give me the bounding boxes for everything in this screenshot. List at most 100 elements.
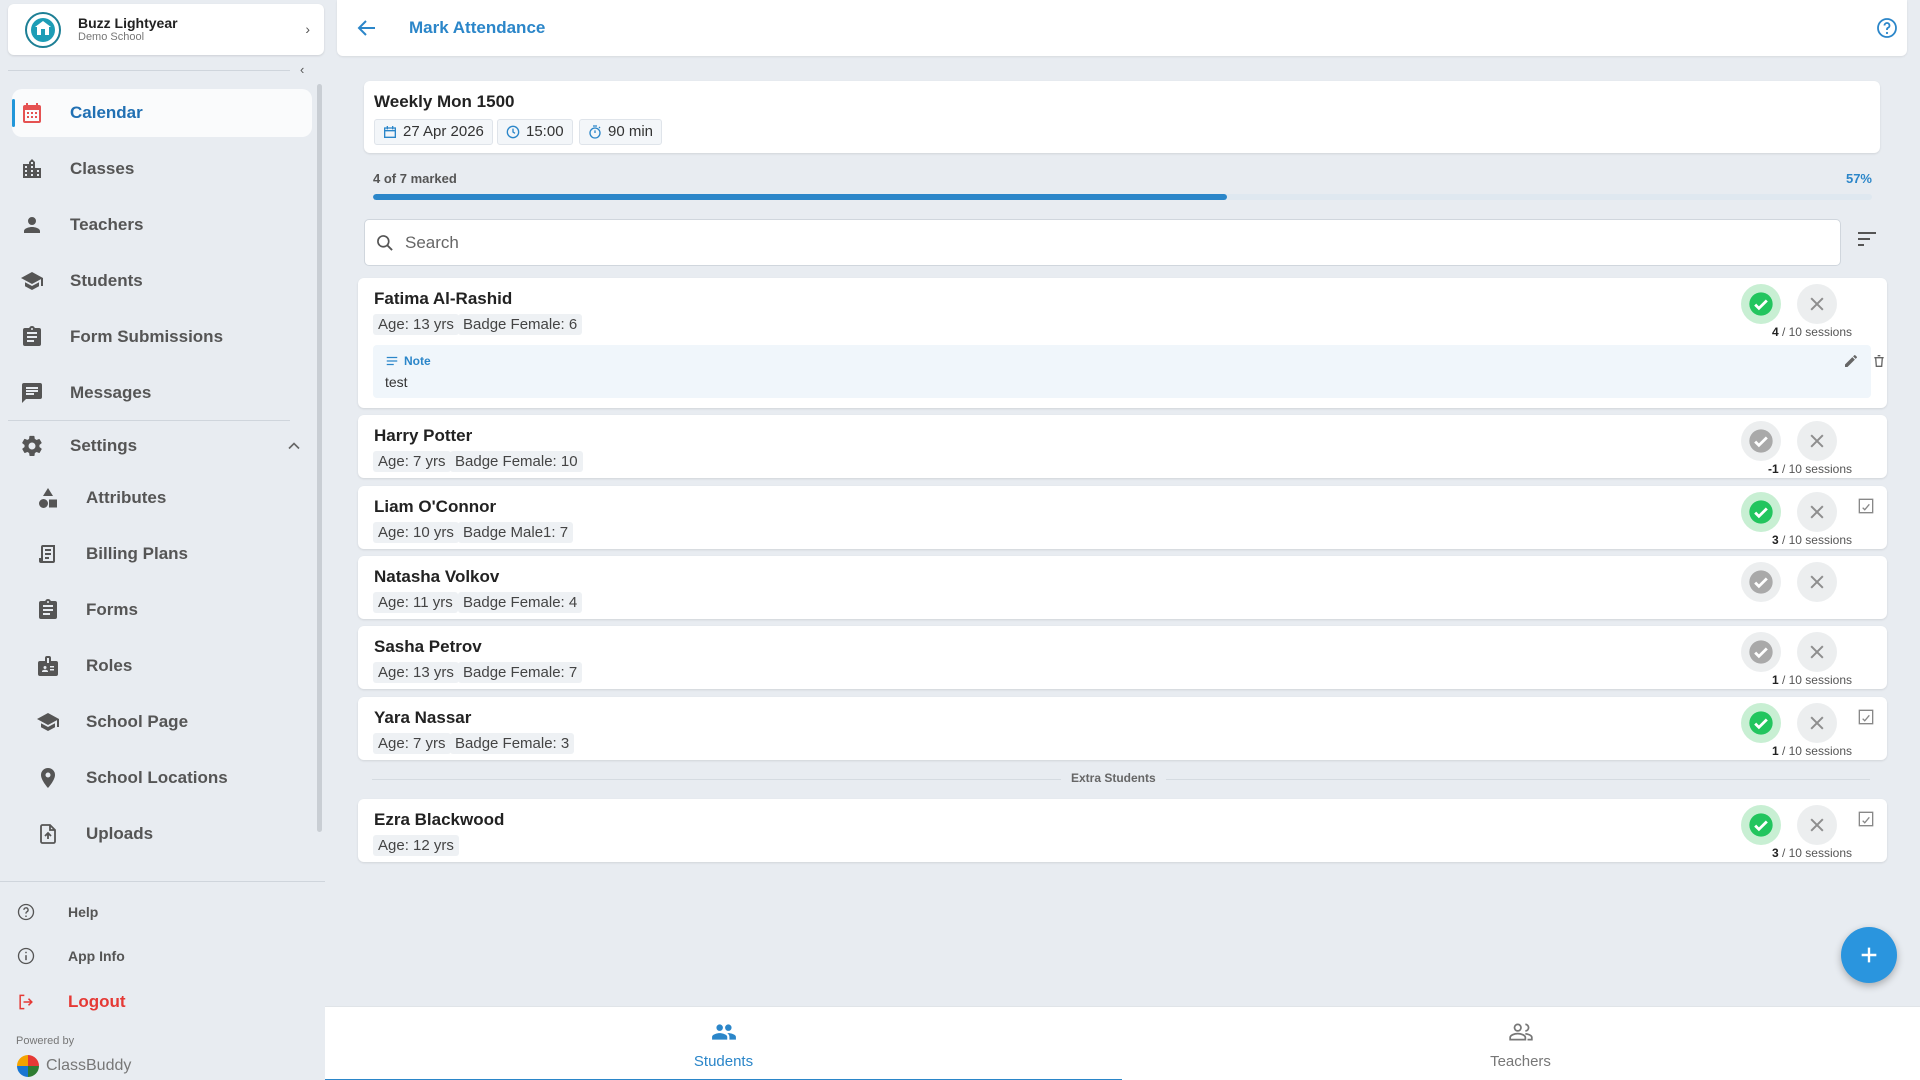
student-age: Age: 13 yrs (373, 662, 459, 683)
mark-present-button[interactable] (1741, 492, 1781, 532)
sessions-total: / 10 sessions (1778, 673, 1852, 687)
sort-icon[interactable] (1855, 227, 1879, 251)
student-age: Age: 13 yrs (373, 314, 459, 335)
mark-present-button[interactable] (1741, 421, 1781, 461)
sidebar-item-label: Students (70, 271, 143, 290)
close-icon (1810, 818, 1824, 832)
tab-teachers-label: Teachers (1490, 1053, 1551, 1070)
note-header: Note (385, 354, 431, 368)
progress-bar-fill (373, 194, 1228, 200)
delete-icon[interactable] (1871, 353, 1887, 369)
chevron-up-icon[interactable] (284, 436, 304, 456)
mark-present-button[interactable] (1741, 562, 1781, 602)
student-card: Harry Potter Age: 7 yrs Badge Female: 10… (358, 415, 1887, 478)
collapse-sidebar-icon[interactable]: ‹ (300, 62, 304, 77)
sidebar-app-info[interactable]: App Info (16, 944, 125, 968)
mark-absent-button[interactable] (1797, 703, 1837, 743)
add-note-icon[interactable] (1856, 809, 1876, 829)
student-badge: Badge Female: 6 (458, 314, 583, 335)
logout-button[interactable]: Logout (16, 990, 126, 1014)
sidebar-item-messages[interactable]: Messages (12, 369, 312, 417)
brand-logo: ClassBuddy (16, 1054, 131, 1078)
sessions-used: 1 (1771, 744, 1779, 758)
sidebar-item-billing-plans[interactable]: Billing Plans (12, 530, 312, 578)
sessions-total: / 10 sessions (1778, 533, 1852, 547)
page-title: Mark Attendance (409, 18, 546, 37)
sessions-total: / 10 sessions (1778, 462, 1852, 476)
timer-icon (589, 125, 601, 139)
notes-icon (386, 356, 398, 366)
sidebar-help[interactable]: Help (16, 900, 98, 924)
school-logo (25, 11, 61, 48)
student-card: Sasha Petrov Age: 13 yrs Badge Female: 7… (358, 626, 1887, 689)
progress-percent: 57% (1845, 171, 1872, 186)
mark-absent-button[interactable] (1797, 284, 1837, 324)
tab-students[interactable]: Students (325, 1007, 1122, 1080)
sidebar-item-students[interactable]: Students (12, 257, 312, 305)
sidebar-item-school-page[interactable]: School Page (12, 698, 312, 746)
add-student-button[interactable] (1841, 927, 1897, 983)
sidebar-item-roles[interactable]: Roles (12, 642, 312, 690)
sessions-total: / 10 sessions (1778, 325, 1852, 339)
check-circle-icon (1749, 711, 1773, 735)
school-icon (21, 272, 43, 290)
sidebar-item-classes[interactable]: Classes (12, 145, 312, 193)
clipboard-icon (23, 326, 41, 346)
check-circle-icon (1749, 640, 1773, 664)
add-note-icon[interactable] (1856, 496, 1876, 516)
back-arrow-icon[interactable] (355, 16, 379, 40)
sidebar-item-attributes[interactable]: Attributes (12, 474, 312, 522)
add-note-icon[interactable] (1856, 707, 1876, 727)
progress-bar (373, 194, 1872, 200)
check-circle-icon (1749, 500, 1773, 524)
receipt-icon (39, 545, 55, 563)
school-icon (37, 713, 59, 731)
search-input[interactable] (405, 222, 1825, 263)
session-count: 1 / 10 sessions (1772, 673, 1852, 687)
student-name: Natasha Volkov (374, 567, 500, 586)
sidebar-item-forms[interactable]: Forms (12, 586, 312, 634)
classbuddy-logo-icon (17, 1055, 39, 1077)
tab-teachers[interactable]: Teachers (1122, 1007, 1919, 1080)
sidebar-item-uploads[interactable]: Uploads (12, 810, 312, 858)
sessions-used: 3 (1771, 846, 1779, 860)
student-card: Yara Nassar Age: 7 yrs Badge Female: 3 1… (358, 697, 1887, 760)
sidebar-scrollbar[interactable] (317, 84, 322, 832)
student-age: Age: 12 yrs (373, 835, 459, 856)
logout-label: Logout (68, 992, 126, 1011)
mark-absent-button[interactable] (1797, 805, 1837, 845)
logout-icon (19, 994, 33, 1010)
progress-label: 4 of 7 marked (373, 171, 457, 186)
student-badge: Badge Female: 4 (458, 592, 583, 613)
close-icon (1810, 434, 1824, 448)
class-info-card: Weekly Mon 1500 27 Apr 2026 15:00 90 min (364, 81, 1880, 153)
sidebar-item-calendar[interactable]: Calendar (12, 89, 312, 137)
bottom-nav: Students Teachers (325, 1006, 1920, 1080)
mark-present-button[interactable] (1741, 632, 1781, 672)
edit-pencil-icon[interactable] (1843, 353, 1859, 369)
sidebar-item-school-locations[interactable]: School Locations (12, 754, 312, 802)
class-name: Weekly Mon 1500 (374, 92, 515, 111)
sidebar-divider (8, 420, 290, 421)
profile-school: Demo School (78, 31, 145, 44)
session-count: -1 / 10 sessions (1768, 462, 1852, 476)
mark-absent-button[interactable] (1797, 492, 1837, 532)
sessions-used: 3 (1771, 533, 1779, 547)
class-time: 15:00 (526, 123, 564, 140)
note-label: Note (404, 354, 431, 368)
profile-card[interactable]: Buzz Lightyear Demo School › (8, 4, 324, 55)
sidebar-item-teachers[interactable]: Teachers (12, 201, 312, 249)
sidebar-item-label: Classes (70, 159, 135, 178)
mark-present-button[interactable] (1741, 284, 1781, 324)
group-outline-icon (1509, 1023, 1533, 1041)
mark-absent-button[interactable] (1797, 421, 1837, 461)
mark-present-button[interactable] (1741, 805, 1781, 845)
help-icon[interactable] (1875, 16, 1899, 40)
mark-absent-button[interactable] (1797, 562, 1837, 602)
mark-absent-button[interactable] (1797, 632, 1837, 672)
mark-present-button[interactable] (1741, 703, 1781, 743)
sidebar-item-settings[interactable]: Settings (12, 422, 312, 470)
class-time-chip: 15:00 (497, 119, 573, 145)
sidebar-item-form-submissions[interactable]: Form Submissions (12, 313, 312, 361)
sidebar-item-label: School Page (86, 712, 189, 731)
